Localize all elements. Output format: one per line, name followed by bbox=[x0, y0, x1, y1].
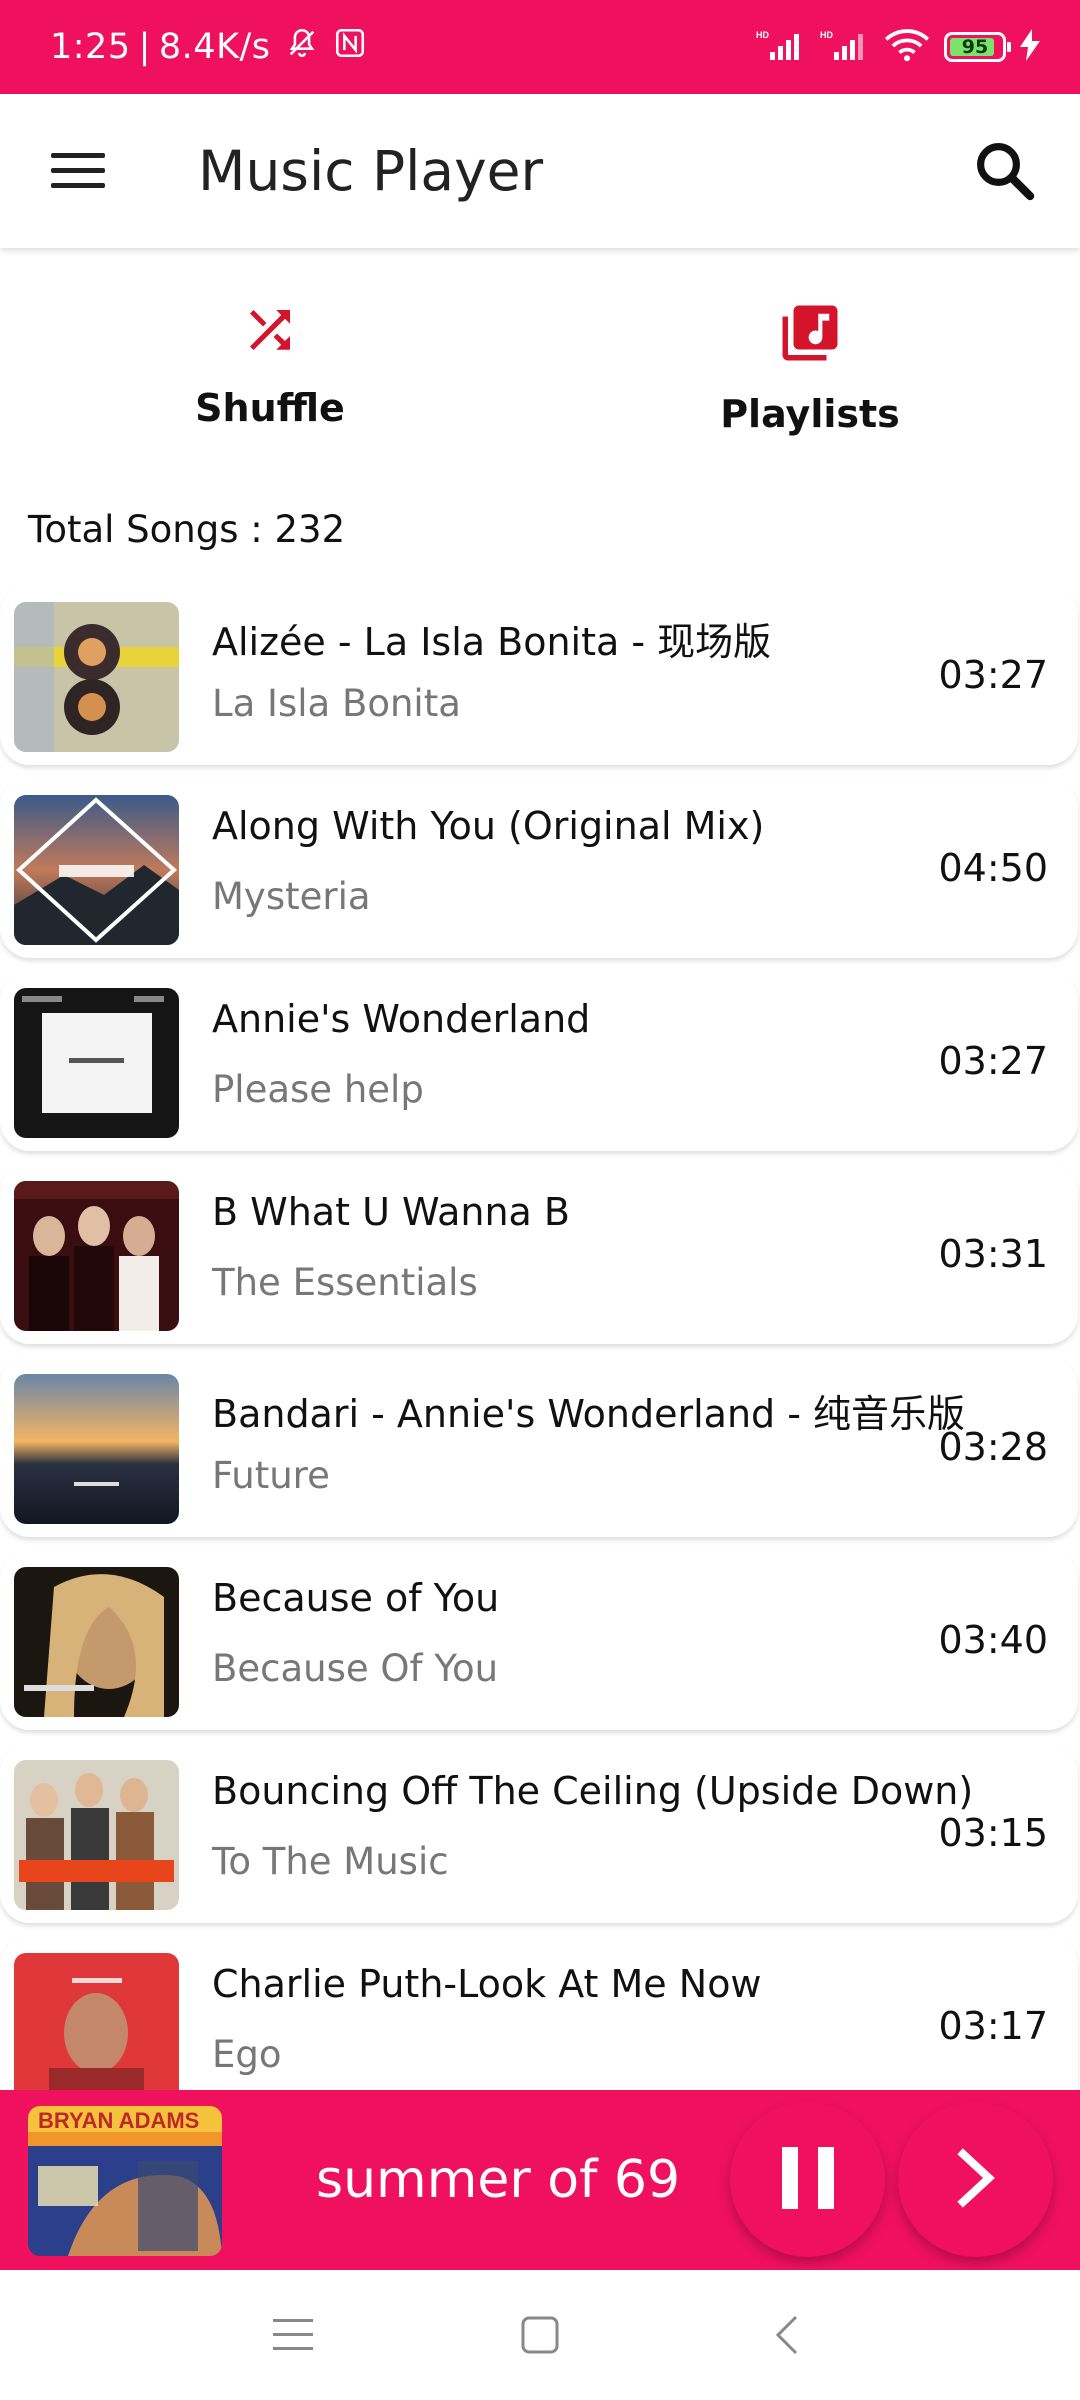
album-art bbox=[14, 988, 179, 1138]
song-duration: 03:15 bbox=[938, 1811, 1048, 1855]
wifi-icon bbox=[884, 28, 930, 66]
song-item[interactable]: Because of You Because Of You 03:40 bbox=[0, 1550, 1078, 1730]
song-album: Future bbox=[212, 1454, 330, 1497]
status-separator: | bbox=[138, 27, 151, 67]
album-art bbox=[14, 602, 179, 752]
song-item[interactable]: Along With You (Original Mix) Mysteria 0… bbox=[0, 778, 1078, 958]
song-album: La Isla Bonita bbox=[212, 682, 461, 725]
song-item[interactable]: Bouncing Off The Ceiling (Upside Down) T… bbox=[0, 1743, 1078, 1923]
home-nav-button[interactable] bbox=[500, 2300, 580, 2370]
album-art bbox=[14, 1567, 179, 1717]
song-title: Alizée - La Isla Bonita - 现场版 bbox=[212, 620, 772, 664]
mute-bell-icon bbox=[285, 26, 319, 69]
app-bar: Music Player bbox=[0, 94, 1080, 248]
song-album: To The Music bbox=[212, 1840, 449, 1883]
battery-indicator: 95 bbox=[944, 32, 1011, 62]
shuffle-button[interactable]: Shuffle bbox=[120, 300, 420, 430]
nfc-icon bbox=[333, 26, 367, 69]
now-playing-title[interactable]: summer of 69 bbox=[316, 2090, 680, 2270]
song-title: Along With You (Original Mix) bbox=[212, 804, 765, 848]
next-button[interactable] bbox=[898, 2102, 1053, 2257]
album-art bbox=[14, 1953, 179, 2090]
svg-text:HD: HD bbox=[756, 30, 769, 40]
song-duration: 03:31 bbox=[938, 1232, 1048, 1276]
song-title: Bouncing Off The Ceiling (Upside Down) bbox=[212, 1769, 974, 1813]
page-title: Music Player bbox=[198, 139, 544, 203]
quick-actions: Shuffle Playlists bbox=[0, 248, 1080, 498]
album-art bbox=[14, 1760, 179, 1910]
total-songs-count: Total Songs : 232 bbox=[28, 508, 346, 551]
hamburger-menu-icon[interactable] bbox=[38, 136, 118, 206]
song-list[interactable]: Alizée - La Isla Bonita - 现场版 La Isla Bo… bbox=[0, 585, 1080, 2090]
battery-level: 95 bbox=[961, 36, 989, 58]
song-album: Mysteria bbox=[212, 875, 371, 918]
song-duration: 03:28 bbox=[938, 1425, 1048, 1469]
status-network-speed: 8.4K/s bbox=[158, 27, 271, 67]
art-lettering: BRYAN ADAMS bbox=[38, 2108, 199, 2133]
album-art bbox=[14, 1374, 179, 1524]
status-left: 1:25 | 8.4K/s bbox=[50, 0, 367, 94]
song-album: Please help bbox=[212, 1068, 424, 1111]
recents-nav-button[interactable] bbox=[253, 2300, 333, 2370]
hd-signal-icon: HD bbox=[820, 28, 870, 66]
song-title: Charlie Puth-Look At Me Now bbox=[212, 1962, 762, 2006]
hd-signal-icon: HD bbox=[756, 28, 806, 66]
song-title: Annie's Wonderland bbox=[212, 997, 591, 1041]
playlist-icon bbox=[777, 300, 843, 370]
album-art bbox=[14, 1181, 179, 1331]
song-item[interactable]: Alizée - La Isla Bonita - 现场版 La Isla Bo… bbox=[0, 585, 1078, 765]
playlists-button[interactable]: Playlists bbox=[660, 300, 960, 436]
search-icon[interactable] bbox=[964, 130, 1044, 210]
system-nav-bar bbox=[0, 2270, 1080, 2400]
song-item[interactable]: Bandari - Annie's Wonderland - 纯音乐版 Futu… bbox=[0, 1357, 1078, 1537]
song-title: Because of You bbox=[212, 1576, 500, 1620]
song-duration: 03:27 bbox=[938, 653, 1048, 697]
song-item[interactable]: B What U Wanna B The Essentials 03:31 bbox=[0, 1164, 1078, 1344]
song-duration: 03:40 bbox=[938, 1618, 1048, 1662]
status-bar: 1:25 | 8.4K/s HD HD 95 bbox=[0, 0, 1080, 94]
song-duration: 04:50 bbox=[938, 846, 1048, 890]
song-item[interactable]: Charlie Puth-Look At Me Now Ego 03:17 bbox=[0, 1936, 1078, 2090]
back-nav-button[interactable] bbox=[747, 2300, 827, 2370]
pause-button[interactable] bbox=[730, 2102, 885, 2257]
status-time: 1:25 bbox=[50, 27, 131, 67]
svg-text:HD: HD bbox=[820, 30, 833, 40]
song-album: Ego bbox=[212, 2033, 282, 2076]
song-duration: 03:17 bbox=[938, 2004, 1048, 2048]
album-art bbox=[14, 795, 179, 945]
now-playing-album-art[interactable]: BRYAN ADAMS bbox=[28, 2106, 222, 2256]
chevron-right-icon bbox=[951, 2147, 1001, 2212]
song-album: The Essentials bbox=[212, 1261, 478, 1304]
song-album: Because Of You bbox=[212, 1647, 499, 1690]
song-title: B What U Wanna B bbox=[212, 1190, 570, 1234]
playlists-label: Playlists bbox=[720, 392, 900, 436]
status-right: HD HD 95 bbox=[756, 0, 1040, 94]
pause-icon bbox=[778, 2145, 838, 2215]
charging-icon bbox=[1020, 29, 1040, 65]
shuffle-icon bbox=[240, 300, 300, 364]
shuffle-label: Shuffle bbox=[195, 386, 345, 430]
song-duration: 03:27 bbox=[938, 1039, 1048, 1083]
song-title: Bandari - Annie's Wonderland - 纯音乐版 bbox=[212, 1392, 966, 1436]
song-item[interactable]: Annie's Wonderland Please help 03:27 bbox=[0, 971, 1078, 1151]
